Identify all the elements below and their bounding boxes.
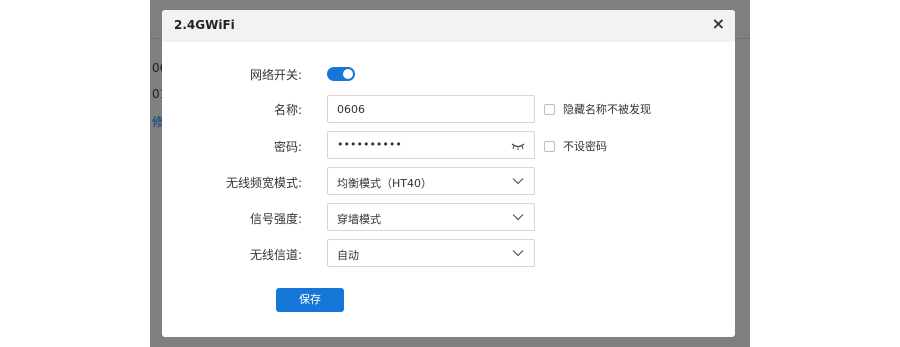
close-icon[interactable]: × xyxy=(712,15,725,33)
hide-name-label: 隐藏名称不被发现 xyxy=(563,103,651,116)
dialog-header: 2.4GWiFi × xyxy=(162,10,735,42)
channel-label: 无线信道: xyxy=(249,248,302,262)
name-input[interactable]: 0606 xyxy=(327,95,535,123)
channel-value: 自动 xyxy=(337,249,359,262)
no-password-label: 不设密码 xyxy=(563,140,607,153)
password-value: •••••••••• xyxy=(337,138,402,151)
bandwidth-mode-label: 无线频宽模式: xyxy=(225,176,302,190)
password-input[interactable]: •••••••••• xyxy=(327,131,535,159)
no-password-option[interactable]: 不设密码 xyxy=(544,138,607,154)
hide-name-option[interactable]: 隐藏名称不被发现 xyxy=(544,101,651,117)
channel-select[interactable]: 自动 xyxy=(327,239,535,267)
bandwidth-mode-value: 均衡模式（HT40） xyxy=(337,177,432,190)
bandwidth-mode-select[interactable]: 均衡模式（HT40） xyxy=(327,167,535,195)
no-password-checkbox[interactable] xyxy=(544,140,555,152)
chevron-down-icon xyxy=(512,250,524,257)
network-switch-toggle[interactable] xyxy=(327,67,355,81)
password-label: 密码: xyxy=(273,140,302,154)
network-switch-label: 网络开关: xyxy=(249,68,302,82)
signal-strength-select[interactable]: 穿墙模式 xyxy=(327,203,535,231)
eye-closed-icon[interactable] xyxy=(511,141,525,151)
chevron-down-icon xyxy=(512,214,524,221)
signal-strength-label: 信号强度: xyxy=(249,212,302,226)
save-button[interactable]: 保存 xyxy=(276,288,344,312)
name-label: 名称: xyxy=(273,103,302,117)
dialog-title: 2.4GWiFi xyxy=(174,18,235,32)
hide-name-checkbox[interactable] xyxy=(544,103,555,115)
toggle-knob xyxy=(343,69,353,79)
signal-strength-value: 穿墙模式 xyxy=(337,213,381,226)
name-value: 0606 xyxy=(337,103,365,116)
wifi-settings-dialog: 2.4GWiFi × 网络开关: 名称: 0606 隐藏名称不被发现 密码: •… xyxy=(162,10,735,337)
chevron-down-icon xyxy=(512,178,524,185)
